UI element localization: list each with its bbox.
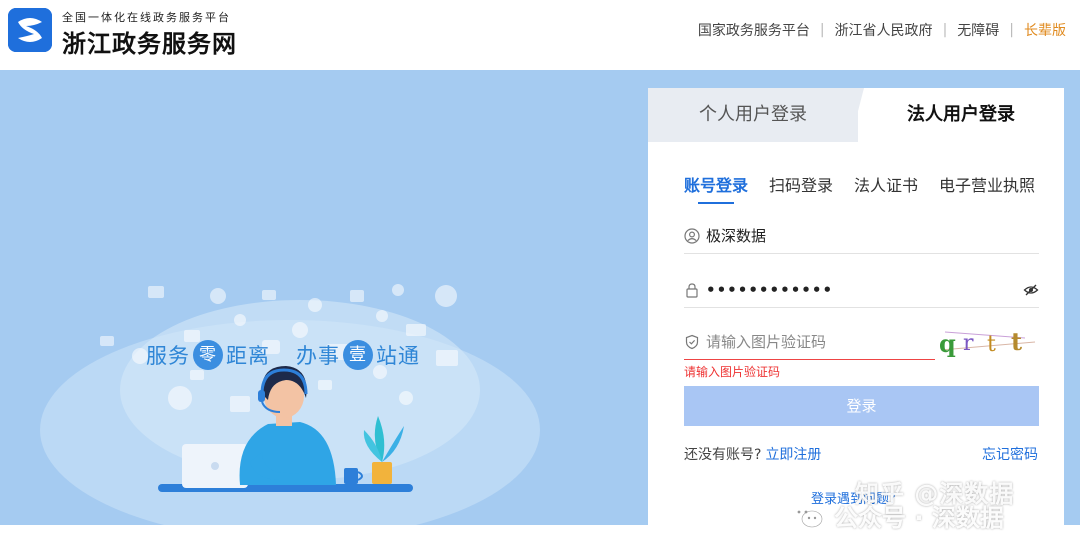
toggle-password-visibility-icon[interactable]: [1023, 282, 1039, 298]
logo-subtitle: 全国一体化在线政务服务平台: [62, 11, 231, 24]
subtab-qr-login[interactable]: 扫码登录: [769, 172, 833, 196]
top-header: 全国一体化在线政务服务平台 浙江政务服务网 国家政务服务平台 | 浙江省人民政府…: [0, 0, 1080, 70]
wechat-watermark-text: 公众号 · 深数据: [834, 504, 1004, 532]
nav-accessibility[interactable]: 无障碍: [957, 20, 999, 40]
tab-corporate-login[interactable]: 法人用户登录: [858, 88, 1064, 142]
no-account-text: 还没有账号?: [684, 447, 762, 463]
nav-separator: |: [942, 22, 948, 38]
captcha-image[interactable]: q r t t: [935, 324, 1039, 360]
slogan-text: 距离: [226, 344, 270, 368]
shield-check-icon: [685, 334, 699, 349]
wechat-watermark: 公众号 · 深数据: [790, 498, 1004, 533]
password-input[interactable]: [706, 280, 1023, 299]
username-field: [684, 218, 1039, 254]
captcha-error-message: 请输入图片验证码: [684, 365, 781, 379]
login-button[interactable]: 登录: [684, 386, 1039, 426]
lock-icon: [686, 282, 698, 298]
wechat-icon: [792, 504, 823, 527]
top-nav: 国家政务服务平台 | 浙江省人民政府 | 无障碍 | 长辈版: [698, 20, 1066, 40]
subtab-e-business-license[interactable]: 电子营业执照: [939, 172, 1035, 196]
nav-elder-mode[interactable]: 长辈版: [1024, 20, 1066, 40]
no-account-prompt: 还没有账号? 立即注册: [684, 444, 821, 464]
svg-text:r: r: [963, 331, 974, 356]
login-panel: 个人用户登录 法人用户登录 账号登录 扫码登录 法人证书 电子营业执照 极深数据…: [648, 88, 1064, 533]
nav-separator: |: [819, 22, 825, 38]
slogan-circle-badge: 零: [193, 340, 223, 370]
svg-text:q: q: [939, 329, 956, 358]
site-logo-icon[interactable]: [8, 8, 52, 52]
username-input[interactable]: [706, 226, 1039, 245]
forgot-password-link[interactable]: 忘记密码: [982, 444, 1038, 464]
nav-national-platform[interactable]: 国家政务服务平台: [698, 20, 810, 40]
login-method-tabs: 账号登录 扫码登录 法人证书 电子营业执照: [684, 172, 1056, 204]
subtab-account-login[interactable]: 账号登录: [684, 172, 748, 204]
user-icon: [684, 227, 700, 244]
slogan-text: 站通: [376, 344, 420, 368]
svg-text:t: t: [1011, 327, 1022, 356]
slogan-text: 服务: [146, 344, 190, 368]
tab-personal-login[interactable]: 个人用户登录: [648, 88, 858, 142]
nav-separator: |: [1009, 22, 1014, 38]
slogan-text: 办事: [296, 344, 340, 368]
password-field: [684, 272, 1039, 308]
nav-provincial-government[interactable]: 浙江省人民政府: [835, 20, 933, 40]
logo-title[interactable]: 浙江政务服务网: [62, 24, 237, 59]
customer-service-illustration: [40, 284, 540, 525]
slogan-circle-badge: 壹: [343, 340, 373, 370]
hero-slogan: 服务 零 距离 办事 壹 站通: [146, 340, 420, 370]
svg-text:t: t: [987, 332, 996, 357]
register-link[interactable]: 立即注册: [765, 447, 821, 463]
subtab-corp-certificate[interactable]: 法人证书: [854, 172, 918, 196]
captcha-field: q r t t: [684, 324, 1039, 360]
